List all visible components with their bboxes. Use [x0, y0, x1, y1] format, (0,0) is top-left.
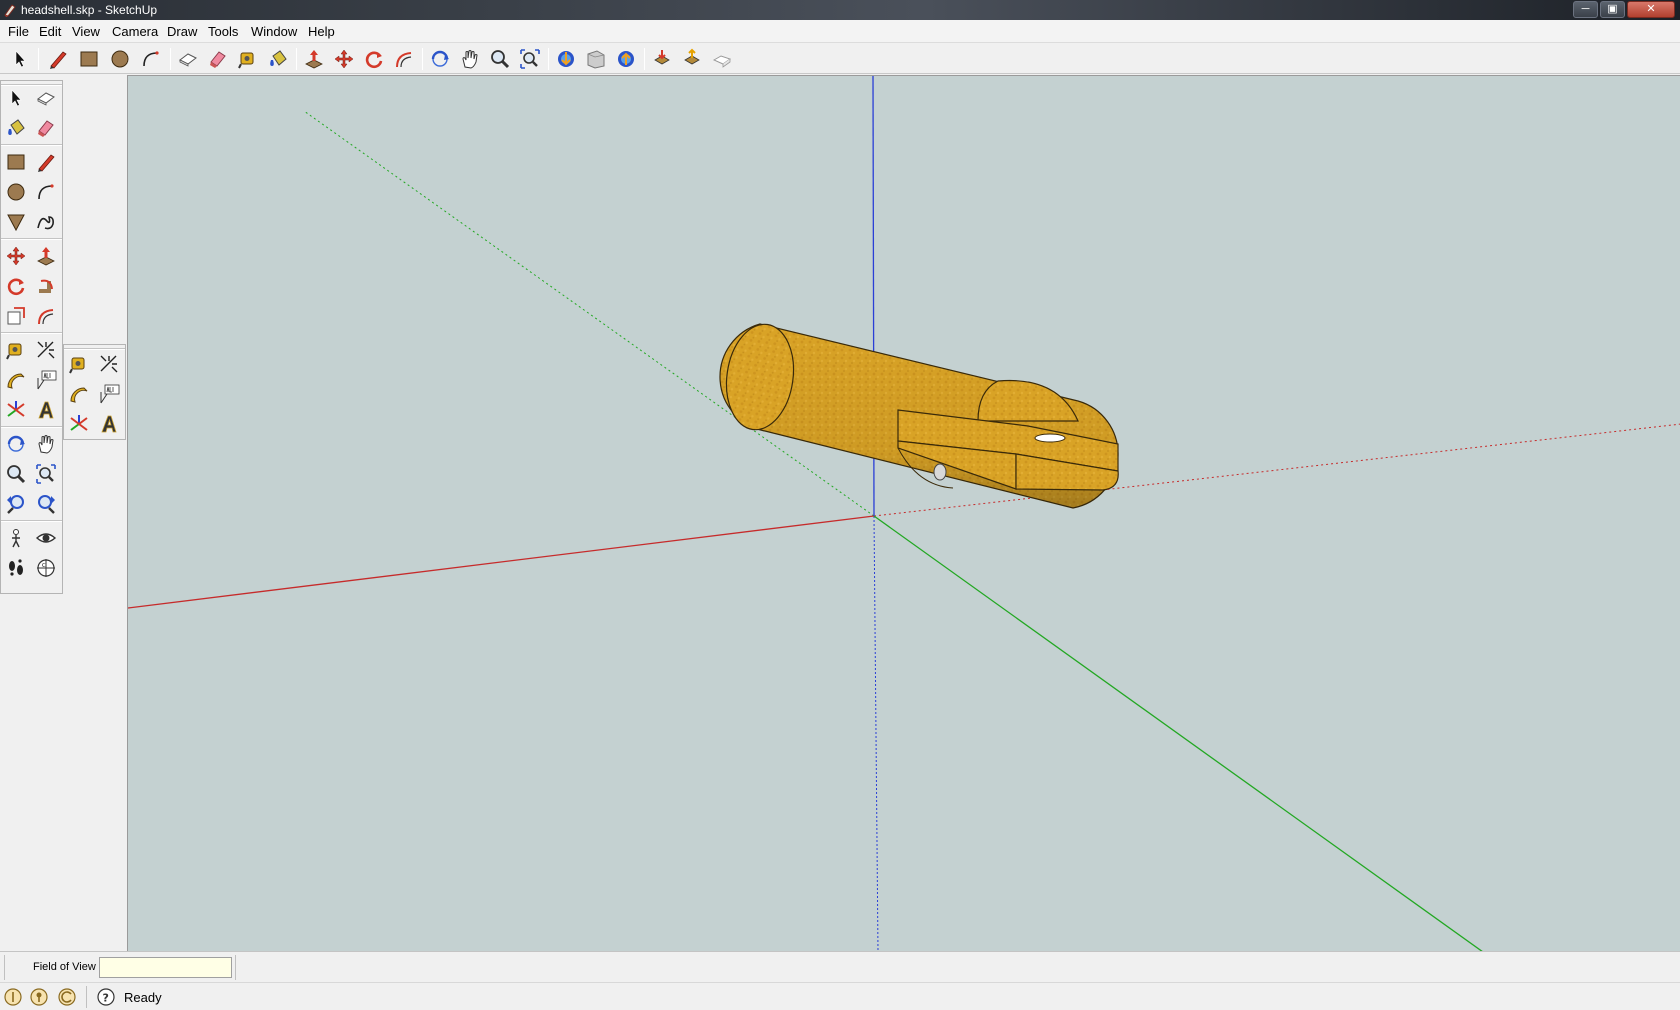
modeling-viewport[interactable]	[127, 75, 1680, 951]
orbit-icon[interactable]	[3, 431, 29, 457]
menu-file[interactable]: File	[8, 24, 29, 39]
protractor-icon[interactable]	[3, 367, 29, 393]
dimension-icon[interactable]	[96, 351, 122, 377]
arc-icon[interactable]	[139, 47, 163, 71]
circle-icon[interactable]	[108, 47, 132, 71]
protractor-icon[interactable]	[66, 381, 92, 407]
follow-me-icon[interactable]	[33, 273, 59, 299]
3d-text-icon[interactable]	[33, 397, 59, 423]
axes-icon[interactable]	[66, 411, 92, 437]
offset-icon[interactable]	[33, 303, 59, 329]
share-model-icon[interactable]	[584, 47, 608, 71]
construction-palette	[63, 344, 126, 440]
help-icon[interactable]: ?	[96, 987, 116, 1007]
window-title: headshell.skp - SketchUp	[21, 3, 158, 17]
green-axis-negative	[303, 110, 875, 517]
arc-icon[interactable]	[33, 179, 59, 205]
blue-axis-negative	[873, 515, 879, 951]
select-icon[interactable]	[8, 47, 32, 71]
get-components-icon[interactable]	[614, 47, 638, 71]
orbit-icon[interactable]	[428, 47, 452, 71]
green-axis-positive	[873, 515, 1483, 951]
get-models-icon[interactable]	[554, 47, 578, 71]
menu-view[interactable]: View	[72, 24, 100, 39]
svg-text:?: ?	[103, 992, 109, 1005]
tape-measure-icon[interactable]	[3, 337, 29, 363]
zoom-extents-icon[interactable]	[33, 461, 59, 487]
restore-button[interactable]: ▣	[1600, 1, 1625, 18]
circle-icon[interactable]	[3, 179, 29, 205]
text-tool-icon[interactable]	[33, 367, 59, 393]
menu-window[interactable]: Window	[251, 24, 297, 39]
menu-edit[interactable]: Edit	[39, 24, 61, 39]
zoom-icon[interactable]	[488, 47, 512, 71]
scene-canvas[interactable]	[128, 76, 1680, 951]
google-earth-icon[interactable]	[680, 47, 704, 71]
paint-bucket-icon[interactable]	[266, 47, 290, 71]
rectangle-icon[interactable]	[3, 149, 29, 175]
eraser-icon[interactable]	[206, 47, 230, 71]
geo-location-icon[interactable]	[3, 987, 23, 1007]
next-view-icon[interactable]	[33, 491, 59, 517]
push-pull-icon[interactable]	[33, 243, 59, 269]
sketchup-app-icon	[4, 4, 16, 17]
pan-icon[interactable]	[33, 431, 59, 457]
svg-text:C: C	[42, 563, 46, 569]
make-component-icon[interactable]	[33, 85, 59, 111]
look-around-icon[interactable]	[33, 525, 59, 551]
zoom-extents-icon[interactable]	[518, 47, 542, 71]
vcb-input[interactable]	[99, 957, 232, 978]
tape-measure-icon[interactable]	[236, 47, 260, 71]
sign-in-icon[interactable]	[57, 987, 77, 1007]
rectangle-icon[interactable]	[77, 47, 101, 71]
position-camera-icon[interactable]	[3, 525, 29, 551]
rotate-icon[interactable]	[3, 273, 29, 299]
add-location-icon[interactable]	[650, 47, 674, 71]
pencil-icon[interactable]	[46, 47, 70, 71]
credits-icon[interactable]	[29, 987, 49, 1007]
scale-icon[interactable]	[3, 303, 29, 329]
menu-help[interactable]: Help	[308, 24, 335, 39]
menu-tools[interactable]: Tools	[208, 24, 238, 39]
move-icon[interactable]	[332, 47, 356, 71]
close-button[interactable]: ✕	[1627, 1, 1675, 18]
previous-view-icon[interactable]	[3, 491, 29, 517]
text-tool-icon[interactable]	[96, 381, 122, 407]
menu-camera[interactable]: Camera	[112, 24, 158, 39]
headshell-model	[719, 323, 1119, 509]
eraser-icon[interactable]	[33, 115, 59, 141]
tape-measure-icon[interactable]	[66, 351, 92, 377]
pencil-icon[interactable]	[33, 149, 59, 175]
status-bar: ? Ready	[0, 982, 1680, 1010]
push-pull-icon[interactable]	[302, 47, 326, 71]
large-tool-set-palette: C	[0, 80, 63, 594]
make-component-icon[interactable]	[176, 47, 200, 71]
zoom-icon[interactable]	[3, 461, 29, 487]
offset-icon[interactable]	[392, 47, 416, 71]
freehand-icon[interactable]	[33, 209, 59, 235]
photo-textures-icon[interactable]	[710, 47, 734, 71]
move-icon[interactable]	[3, 243, 29, 269]
walk-icon[interactable]	[3, 555, 29, 581]
title-bar: headshell.skp - SketchUp ─ ▣ ✕	[0, 0, 1680, 20]
polygon-icon[interactable]	[3, 209, 29, 235]
dimension-icon[interactable]	[33, 337, 59, 363]
red-axis-negative	[128, 515, 875, 609]
menu-bar: File Edit View Camera Draw Tools Window …	[0, 20, 1680, 43]
axes-icon[interactable]	[3, 397, 29, 423]
minimize-button[interactable]: ─	[1573, 1, 1598, 18]
select-icon[interactable]	[3, 85, 29, 111]
paint-bucket-icon[interactable]	[3, 115, 29, 141]
section-plane-icon[interactable]: C	[33, 555, 59, 581]
status-text: Ready	[124, 990, 162, 1005]
menu-draw[interactable]: Draw	[167, 24, 197, 39]
measurements-bar: Field of View	[0, 951, 1680, 982]
main-toolbar	[0, 43, 1680, 74]
rotate-icon[interactable]	[362, 47, 386, 71]
vcb-label: Field of View	[33, 961, 96, 973]
pan-icon[interactable]	[458, 47, 482, 71]
3d-text-icon[interactable]	[96, 411, 122, 437]
